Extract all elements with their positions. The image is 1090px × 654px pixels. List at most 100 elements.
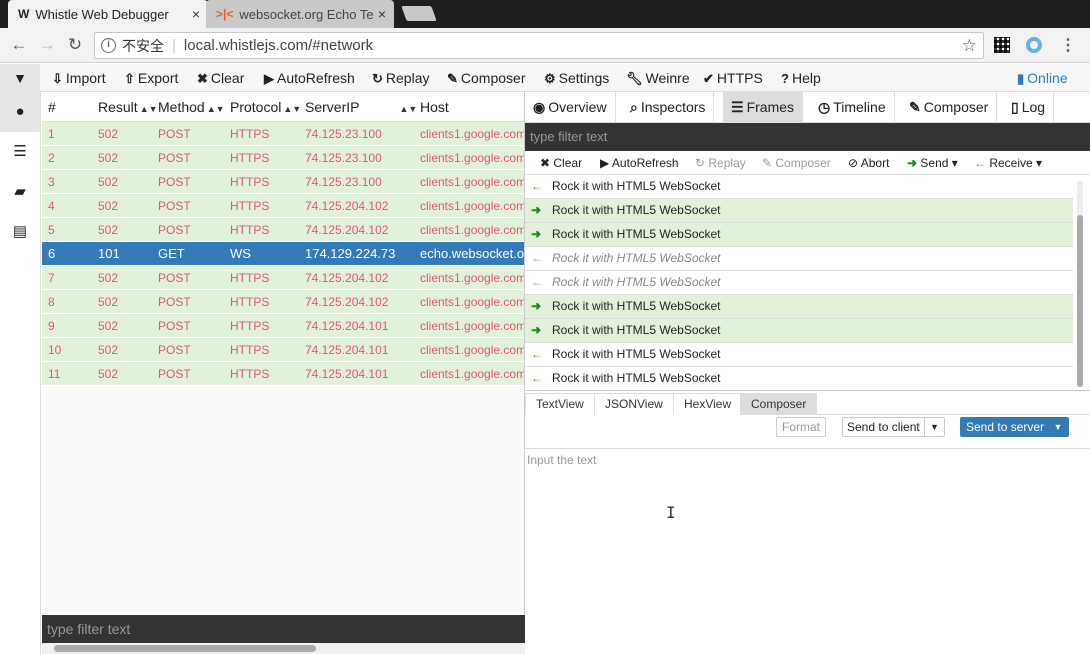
- col-protocol[interactable]: Protocol ▲▼: [230, 92, 301, 124]
- col-serverip[interactable]: ServerIP ▲▼: [305, 92, 417, 124]
- online-status[interactable]: ▮ Online: [1017, 64, 1068, 92]
- frames-receive-dropdown[interactable]: ← Receive ▾: [974, 151, 1042, 175]
- caret-down-icon[interactable]: ▼: [1047, 417, 1069, 437]
- scrollbar-thumb[interactable]: [1077, 215, 1083, 387]
- export-button[interactable]: ⇧ Export: [124, 64, 178, 92]
- table-row[interactable]: 7 502 POST HTTPS 74.125.204.102 clients1.goog…: [42, 266, 524, 290]
- new-tab-button[interactable]: [401, 6, 437, 21]
- composer-textarea[interactable]: Input the text: [525, 448, 1090, 654]
- format-button[interactable]: Format: [776, 417, 826, 437]
- gear-icon: ⚙: [544, 71, 556, 86]
- frame-item[interactable]: ➜ Rock it with HTML5 WebSocket: [525, 319, 1073, 343]
- help-button[interactable]: ? Help: [781, 64, 821, 92]
- table-row[interactable]: 8 502 POST HTTPS 74.125.204.102 clients1.goog…: [42, 290, 524, 314]
- replay-button[interactable]: ↻ Replay: [372, 64, 430, 92]
- tab-composer-view[interactable]: Composer: [740, 393, 818, 415]
- table-row[interactable]: 9 502 POST HTTPS 74.125.204.101 clients1.goog…: [42, 314, 524, 338]
- forward-icon[interactable]: →: [36, 34, 58, 56]
- table-row[interactable]: 1 502 POST HTTPS 74.125.23.100 clients1.googl…: [42, 122, 524, 146]
- https-button[interactable]: ✔ HTTPS: [703, 64, 763, 92]
- address-bar[interactable]: i 不安全 | local.whistlejs.com/#network ☆: [94, 32, 984, 59]
- table-row[interactable]: 6 101 GET WS 174.129.224.73 echo.websocket.or…: [42, 242, 524, 266]
- frame-item[interactable]: ➜ Rock it with HTML5 WebSocket: [525, 295, 1073, 319]
- table-row[interactable]: 11 502 POST HTTPS 74.125.204.101 clients1.goo…: [42, 362, 524, 386]
- tab-frames[interactable]: ☰ Frames: [723, 92, 804, 123]
- frames-scrollbar[interactable]: [1077, 181, 1083, 387]
- send-to-server-button[interactable]: Send to server ▼: [960, 417, 1069, 437]
- browser-tab-websocket[interactable]: >|< websocket.org Echo Te ×: [206, 0, 394, 28]
- col-result[interactable]: Result ▲▼: [98, 92, 158, 124]
- frame-item[interactable]: ➜ Rock it with HTML5 WebSocket: [525, 199, 1073, 223]
- frame-item[interactable]: ← Rock it with HTML5 WebSocket: [525, 271, 1073, 295]
- browser-tab-whistle[interactable]: W Whistle Web Debugger ×: [8, 0, 208, 28]
- cell-protocol: HTTPS: [230, 151, 270, 165]
- values-folder-icon[interactable]: ▰: [0, 172, 40, 212]
- url-text[interactable]: local.whistlejs.com/#network: [184, 37, 373, 54]
- network-filter-input[interactable]: type filter text: [42, 615, 525, 643]
- cell-host: clients1.google.com: [420, 199, 525, 213]
- composer-button[interactable]: ✎ Composer: [447, 64, 526, 92]
- clear-button[interactable]: ✖ Clear: [197, 64, 244, 92]
- extension-ring-icon[interactable]: [1026, 37, 1042, 53]
- cell-result: 502: [98, 343, 119, 357]
- cell-host: clients1.google.com: [420, 295, 525, 309]
- chevron-down-icon[interactable]: ▼: [0, 64, 40, 92]
- close-icon[interactable]: ×: [192, 6, 200, 22]
- star-icon[interactable]: ☆: [962, 36, 977, 56]
- tab-composer[interactable]: ✎ Composer: [901, 92, 998, 123]
- frames-send-dropdown[interactable]: ➜ Send ▾: [907, 151, 958, 175]
- frame-item[interactable]: ← Rock it with HTML5 WebSocket: [525, 367, 1073, 390]
- caret-icon: ▾: [948, 156, 958, 170]
- frames-autorefresh-button[interactable]: ▶ AutoRefresh: [600, 151, 679, 175]
- menu-dots-icon[interactable]: ⋮: [1060, 35, 1076, 55]
- cell-num: 4: [48, 199, 55, 213]
- close-icon[interactable]: ×: [378, 6, 386, 22]
- tab-hexview[interactable]: HexView: [673, 393, 743, 415]
- tab-jsonview[interactable]: JSONView: [594, 393, 674, 415]
- col-num[interactable]: #: [48, 92, 56, 122]
- receive-arrow-icon: ←: [974, 156, 990, 170]
- qr-code-icon[interactable]: [994, 37, 1010, 53]
- send-arrow-icon: ➜: [531, 203, 542, 217]
- frames-filter-input[interactable]: type filter text: [525, 123, 1090, 151]
- plugins-doc-icon[interactable]: ▤: [0, 212, 40, 252]
- rules-list-icon[interactable]: ☰: [0, 132, 40, 172]
- frames-abort-button[interactable]: ⊘ Abort: [848, 151, 889, 175]
- tab-timeline[interactable]: ◷ Timeline: [810, 92, 895, 123]
- table-row[interactable]: 2 502 POST HTTPS 74.125.23.100 clients1.googl…: [42, 146, 524, 170]
- table-row[interactable]: 10 502 POST HTTPS 74.125.204.101 clients1.goo…: [42, 338, 524, 362]
- table-row[interactable]: 3 502 POST HTTPS 74.125.23.100 clients1.googl…: [42, 170, 524, 194]
- tab-overview[interactable]: ◉ Overview: [525, 92, 616, 123]
- scrollbar-thumb[interactable]: [54, 645, 316, 652]
- frames-clear-button[interactable]: ✖ Clear: [540, 151, 582, 175]
- caret-down-icon[interactable]: ▼: [924, 418, 944, 436]
- frame-item[interactable]: ➜ Rock it with HTML5 WebSocket: [525, 223, 1073, 247]
- frame-item[interactable]: ← Rock it with HTML5 WebSocket: [525, 247, 1073, 271]
- reload-icon[interactable]: ↻: [64, 34, 86, 56]
- frames-replay-button[interactable]: ↻ Replay: [695, 151, 746, 175]
- horizontal-scrollbar[interactable]: [42, 643, 525, 654]
- table-row[interactable]: 4 502 POST HTTPS 74.125.204.102 clients1.goog…: [42, 194, 524, 218]
- back-icon[interactable]: ←: [8, 34, 30, 56]
- col-method[interactable]: Method ▲▼: [158, 92, 225, 124]
- frame-item[interactable]: ← Rock it with HTML5 WebSocket: [525, 343, 1073, 367]
- col-host[interactable]: Host: [420, 92, 449, 122]
- websocket-icon: >|<: [216, 7, 234, 21]
- https-label: HTTPS: [716, 70, 763, 86]
- frame-item[interactable]: ← Rock it with HTML5 WebSocket: [525, 175, 1073, 199]
- send-to-client-button[interactable]: Send to client ▼: [842, 417, 945, 437]
- frames-composer-button[interactable]: ✎ Composer: [762, 151, 831, 175]
- cell-method: POST: [158, 367, 191, 381]
- autorefresh-button[interactable]: ▶ AutoRefresh: [264, 64, 355, 92]
- table-row[interactable]: 5 502 POST HTTPS 74.125.204.102 clients1.goog…: [42, 218, 524, 242]
- settings-button[interactable]: ⚙ Settings: [544, 64, 609, 92]
- import-button[interactable]: ⇩ Import: [52, 64, 106, 92]
- tab-inspectors[interactable]: ⌕ Inspectors: [622, 92, 715, 123]
- tab-textview[interactable]: TextView: [525, 393, 595, 415]
- sort-icon: ▲▼: [399, 104, 418, 114]
- info-icon[interactable]: i: [101, 38, 116, 53]
- cell-protocol: HTTPS: [230, 223, 270, 237]
- tab-log[interactable]: ▯ Log: [1003, 92, 1055, 123]
- network-globe-icon[interactable]: ●: [0, 92, 40, 132]
- weinre-button[interactable]: 🔧︎ Weinre: [626, 64, 690, 92]
